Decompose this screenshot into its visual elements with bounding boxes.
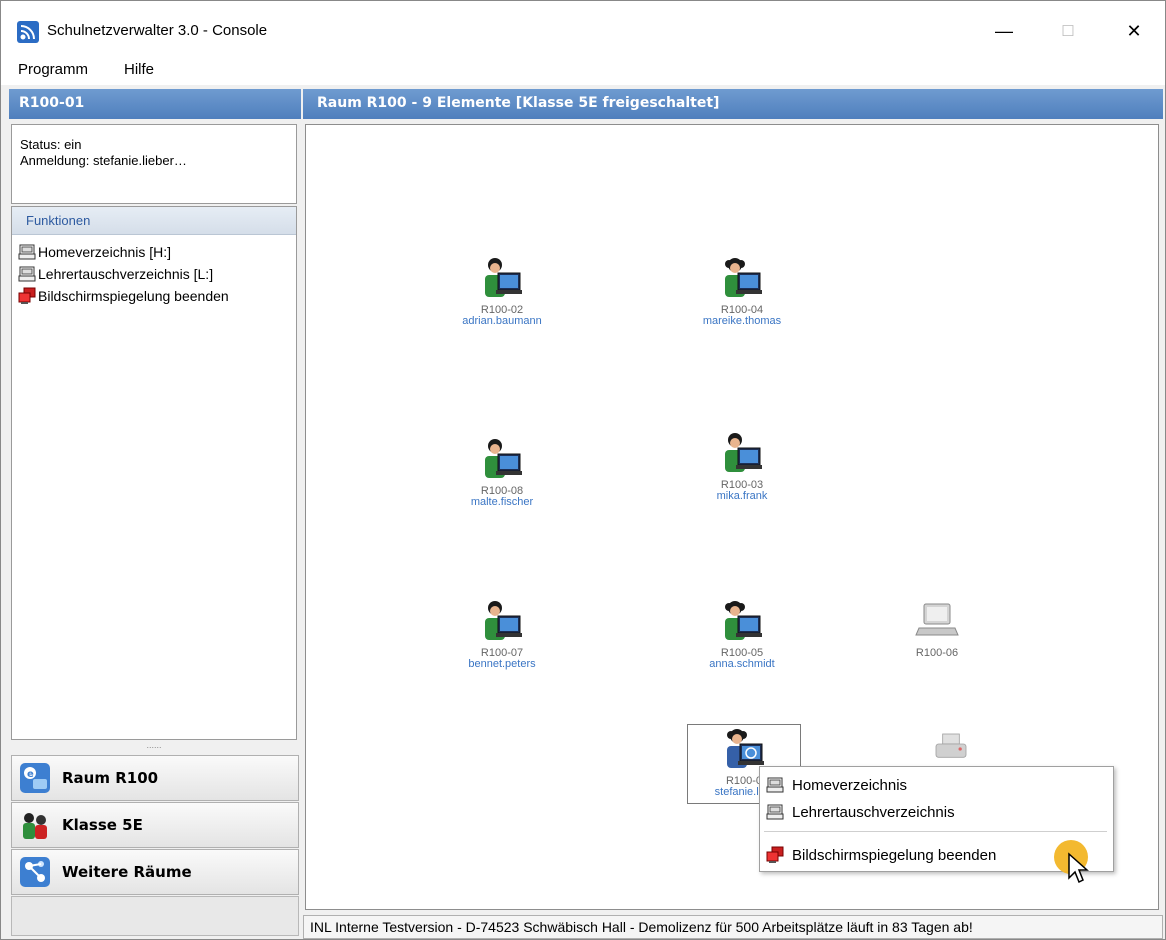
function-bildschirmspiegelung-beenden[interactable]: Bildschirmspiegelung beenden [12,285,296,307]
nav-weitere-raeume[interactable]: Weitere Räume [11,849,299,895]
student-workstation-icon [725,601,762,640]
station-r100-08[interactable]: R100-08 malte.fischer [437,436,567,508]
station-r100-05[interactable]: R100-05 anna.schmidt [677,598,807,670]
laptop-offline-icon [915,603,959,636]
student-workstation-icon [485,601,522,640]
nav-label: Weitere Räume [62,863,192,881]
license-status-bar: INL Interne Testversion - D-74523 Schwäb… [303,915,1163,939]
nav-panel-footer [11,896,299,936]
title-bar[interactable]: Schulnetzverwalter 3.0 - Console — ☐ ✕ [1,1,1165,57]
app-icon [17,21,39,43]
station-r100-04[interactable]: R100-04 mareike.thomas [677,255,807,327]
menu-bar: Programm Hilfe [1,57,1165,85]
nav-raum-r100[interactable]: e Raum R100 [11,755,299,801]
station-status-box: Status: ein Anmeldung: stefanie.lieber… [11,124,297,204]
station-name: R100-06 [915,647,959,659]
network-drive-icon [18,266,36,282]
login-line: Anmeldung: stefanie.lieber… [20,153,187,168]
context-item-lehrertauschverzeichnis[interactable]: Lehrertauschverzeichnis [766,800,955,824]
room-icon: e [18,761,52,795]
close-button[interactable]: ✕ [1111,15,1157,47]
student-workstation-icon [725,433,762,472]
nav-label: Raum R100 [62,769,159,787]
station-r100-03[interactable]: R100-03 mika.frank [677,430,807,502]
nav-klasse-5e[interactable]: Klasse 5E [11,802,299,848]
screen-mirror-stop-icon [18,287,36,304]
menu-hilfe[interactable]: Hilfe [124,61,154,78]
network-drive-icon [766,777,784,793]
student-workstation-icon [485,439,522,478]
context-item-label: Bildschirmspiegelung beenden [792,846,997,864]
station-user: adrian.baumann [462,315,542,327]
app-window: Schulnetzverwalter 3.0 - Console — ☐ ✕ P… [0,0,1166,940]
station-user: mika.frank [716,490,768,502]
network-drive-icon [766,804,784,820]
selected-station-header: R100-01 [9,89,301,119]
functions-header: Funktionen [12,207,296,235]
context-menu-separator [764,831,1107,832]
window-title: Schulnetzverwalter 3.0 - Console [47,22,268,39]
minimize-button[interactable]: — [981,15,1027,47]
function-label: Lehrertauschverzeichnis [L:] [38,266,214,282]
context-item-label: Lehrertauschverzeichnis [792,803,955,821]
station-user: mareike.thomas [702,315,782,327]
station-r100-07[interactable]: R100-07 bennet.peters [437,598,567,670]
function-lehrertauschverzeichnis[interactable]: Lehrertauschverzeichnis [L:] [12,263,296,285]
status-line: Status: ein [20,137,82,152]
menu-programm[interactable]: Programm [18,61,88,78]
context-item-label: Homeverzeichnis [792,776,908,794]
function-label: Homeverzeichnis [H:] [38,244,172,260]
student-workstation-icon [725,258,762,297]
station-r100-06[interactable]: R100-06 [872,598,1002,659]
panel-splitter[interactable]: ...... [11,741,297,753]
network-drive-icon [18,244,36,260]
mouse-cursor-icon [1068,852,1089,884]
nav-label: Klasse 5E [62,816,143,834]
station-user: malte.fischer [470,496,534,508]
function-homeverzeichnis[interactable]: Homeverzeichnis [H:] [12,241,296,263]
station-r100-02[interactable]: R100-02 adrian.baumann [437,255,567,327]
screen-mirror-stop-icon [766,846,784,863]
printer-icon [935,733,967,758]
station-user: anna.schmidt [709,658,775,670]
context-item-homeverzeichnis[interactable]: Homeverzeichnis [766,773,907,797]
maximize-button[interactable]: ☐ [1045,15,1091,47]
room-header: Raum R100 - 9 Elemente [Klasse 5E freige… [303,89,1163,119]
context-item-bildschirmspiegelung-beenden[interactable]: Bildschirmspiegelung beenden [766,843,996,867]
class-icon [18,808,52,842]
station-user: bennet.peters [468,658,536,670]
svg-text:e: e [27,769,34,780]
printer-station[interactable] [916,729,986,769]
more-rooms-icon [18,855,52,889]
function-label: Bildschirmspiegelung beenden [38,288,229,304]
student-workstation-icon [485,258,522,297]
functions-panel: Funktionen Homeverzeichnis [H:] Lehrerta… [11,206,297,740]
